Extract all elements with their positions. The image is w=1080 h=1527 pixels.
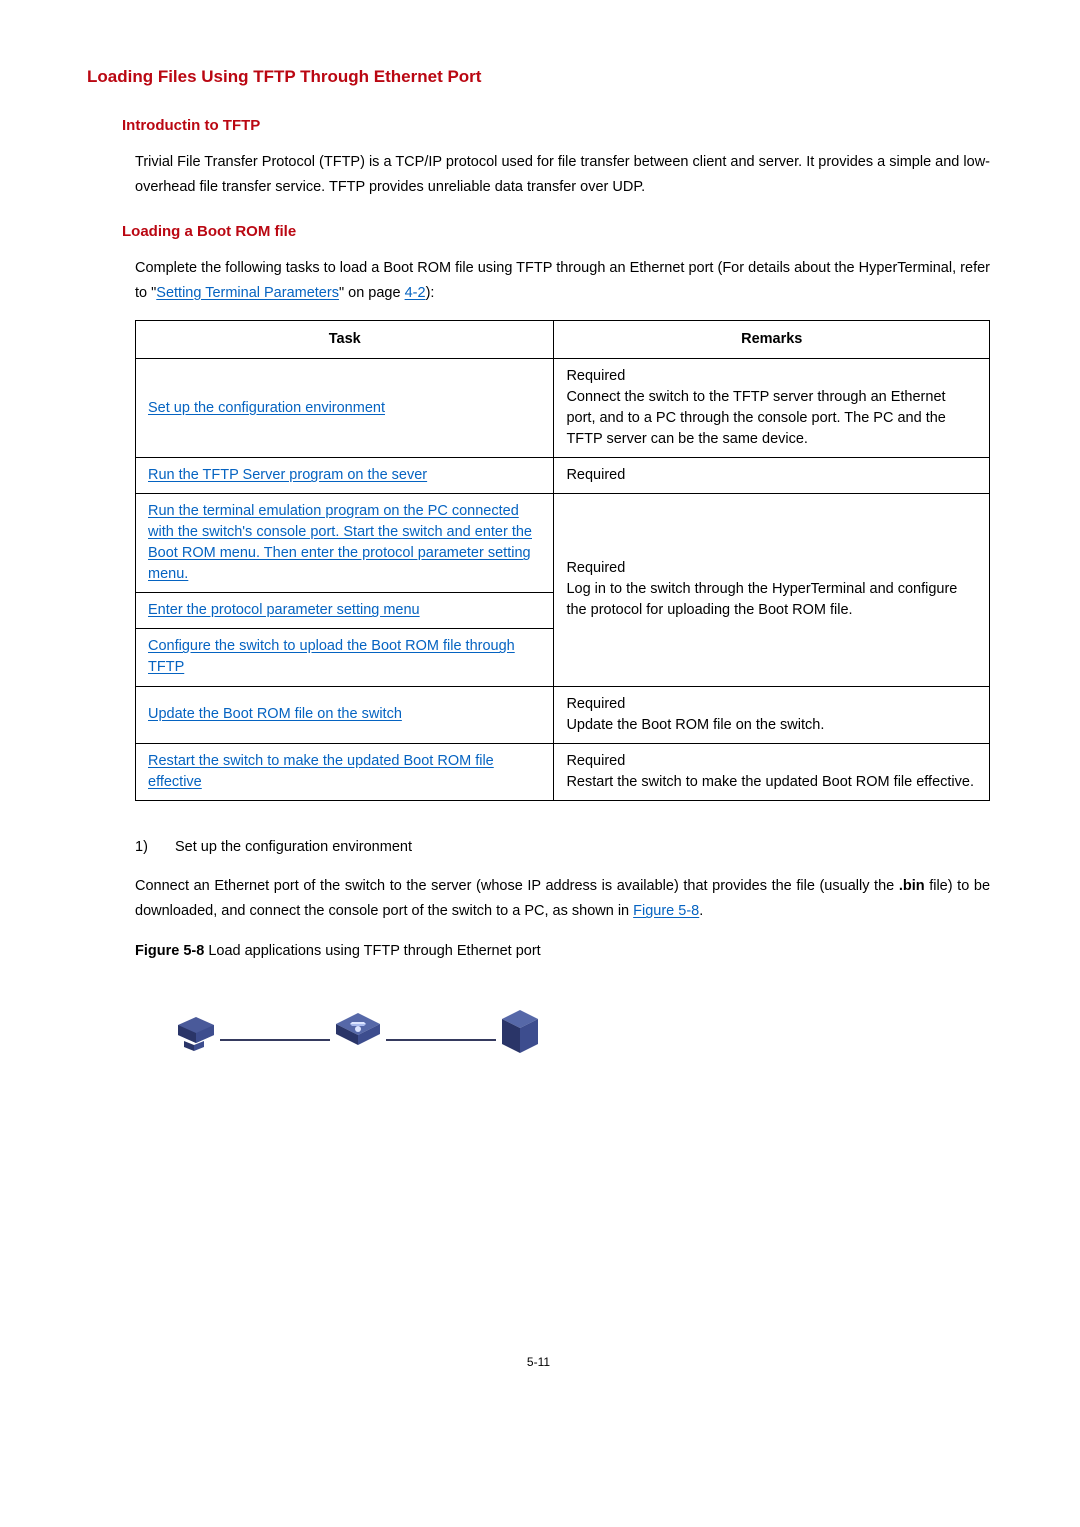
link-set-up-config-env[interactable]: Set up the configuration environment bbox=[148, 400, 385, 416]
switch-icon bbox=[330, 1007, 386, 1057]
text: " on page bbox=[339, 285, 405, 301]
link-setting-terminal-parameters[interactable]: Setting Terminal Parameters bbox=[156, 285, 339, 301]
link-figure-5-8[interactable]: Figure 5-8 bbox=[633, 903, 699, 919]
page-number: 5-11 bbox=[87, 1352, 990, 1373]
step-number: 1) bbox=[135, 835, 157, 860]
task-cell: Run the TFTP Server program on the sever bbox=[136, 458, 554, 494]
remarks-cell: Required bbox=[554, 458, 990, 494]
text: . bbox=[699, 903, 703, 919]
table-row: Run the terminal emulation program on th… bbox=[136, 494, 990, 686]
task-table-wrap: Task Remarks Set up the configuration en… bbox=[87, 320, 990, 800]
table-header-row: Task Remarks bbox=[136, 321, 990, 359]
text: ): bbox=[426, 285, 435, 301]
link-update-boot-rom[interactable]: Update the Boot ROM file on the switch bbox=[148, 706, 402, 722]
link-run-tftp-server[interactable]: Run the TFTP Server program on the sever bbox=[148, 467, 427, 483]
figure-label: Figure 5-8 bbox=[135, 943, 208, 959]
link-configure-switch-upload[interactable]: Configure the switch to upload the Boot … bbox=[148, 638, 515, 675]
task-cell: Restart the switch to make the updated B… bbox=[136, 743, 554, 800]
figure-title: Load applications using TFTP through Eth… bbox=[208, 943, 540, 959]
link-page-4-2[interactable]: 4-2 bbox=[405, 285, 426, 301]
task-cell: Run the terminal emulation program on th… bbox=[136, 494, 554, 686]
remarks-cell: Required Connect the switch to the TFTP … bbox=[554, 359, 990, 458]
remarks-cell: Required Restart the switch to make the … bbox=[554, 743, 990, 800]
table-row: Update the Boot ROM file on the switch R… bbox=[136, 686, 990, 743]
remarks-cell: Required Log in to the switch through th… bbox=[554, 494, 990, 686]
figure-caption: Figure 5-8 Load applications using TFTP … bbox=[87, 939, 990, 964]
figure-diagram bbox=[87, 1002, 990, 1062]
task-table: Task Remarks Set up the configuration en… bbox=[135, 320, 990, 800]
paragraph-step-detail: Connect an Ethernet port of the switch t… bbox=[87, 874, 990, 925]
subsection-tftp-intro: Introductin to TFTP bbox=[87, 115, 990, 136]
table-row: Restart the switch to make the updated B… bbox=[136, 743, 990, 800]
step-list: 1) Set up the configuration environment bbox=[87, 835, 990, 860]
pc-icon bbox=[172, 1007, 220, 1057]
task-cell: Update the Boot ROM file on the switch bbox=[136, 686, 554, 743]
text-bold: .bin bbox=[899, 878, 925, 894]
remarks-cell: Required Update the Boot ROM file on the… bbox=[554, 686, 990, 743]
task-cell: Set up the configuration environment bbox=[136, 359, 554, 458]
text: Connect an Ethernet port of the switch t… bbox=[135, 878, 899, 894]
table-row: Run the TFTP Server program on the sever… bbox=[136, 458, 990, 494]
step-text: Set up the configuration environment bbox=[175, 835, 412, 860]
server-icon bbox=[496, 1006, 544, 1058]
link-run-terminal-emulation[interactable]: Run the terminal emulation program on th… bbox=[148, 503, 532, 582]
subsection-boot-rom: Loading a Boot ROM file bbox=[87, 221, 990, 242]
col-header-task: Task bbox=[136, 321, 554, 359]
connector-line bbox=[386, 1039, 496, 1041]
link-restart-switch[interactable]: Restart the switch to make the updated B… bbox=[148, 753, 494, 790]
section-heading: Loading Files Using TFTP Through Etherne… bbox=[87, 65, 990, 89]
col-header-remarks: Remarks bbox=[554, 321, 990, 359]
paragraph-tftp-intro: Trivial File Transfer Protocol (TFTP) is… bbox=[87, 150, 990, 201]
paragraph-boot-rom-intro: Complete the following tasks to load a B… bbox=[87, 256, 990, 307]
connector-line bbox=[220, 1039, 330, 1041]
table-row: Set up the configuration environment Req… bbox=[136, 359, 990, 458]
step-item: 1) Set up the configuration environment bbox=[135, 835, 990, 860]
link-enter-protocol-menu[interactable]: Enter the protocol parameter setting men… bbox=[148, 602, 420, 618]
